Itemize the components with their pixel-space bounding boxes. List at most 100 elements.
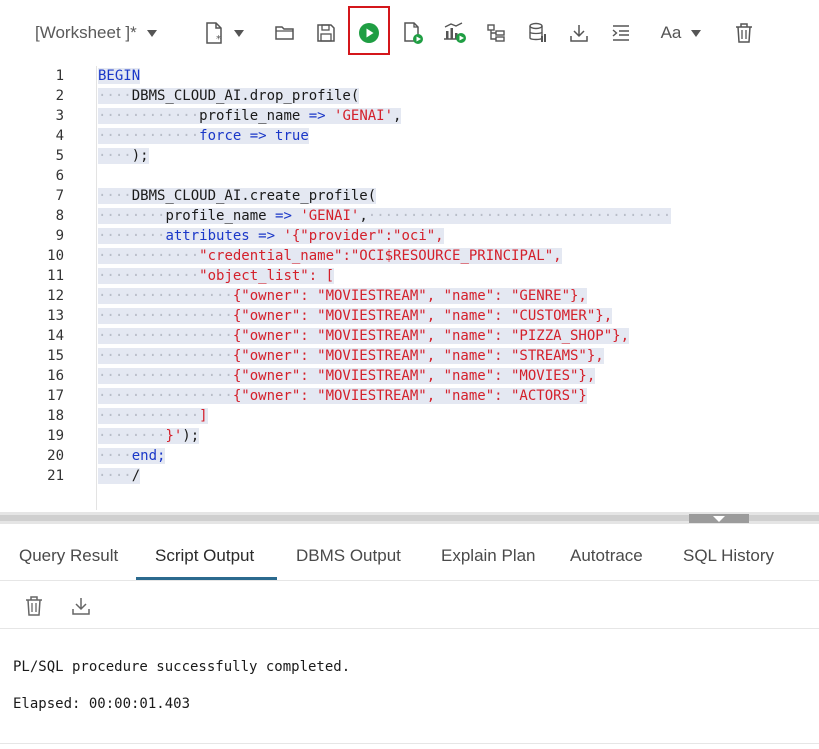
clear-output-button[interactable] — [21, 593, 47, 619]
bottom-divider — [0, 743, 819, 744]
output-tabs: Query Result Script Output DBMS Output E… — [0, 532, 819, 581]
trash-icon — [736, 23, 752, 43]
code-line[interactable]: 13 ················{"owner": "MOVIESTREAM… — [0, 306, 819, 326]
tab-query-result[interactable]: Query Result — [19, 546, 118, 566]
font-icon: Aa — [660, 23, 682, 42]
code-content: ····DBMS_CLOUD_AI.create_profile( — [98, 186, 377, 206]
line-number: 15 — [47, 348, 64, 364]
tab-script-output[interactable]: Script Output — [155, 546, 254, 566]
code-line[interactable]: 17 ················{"owner": "MOVIESTREAM… — [0, 386, 819, 406]
code-line[interactable]: 16 ················{"owner": "MOVIESTREAM… — [0, 366, 819, 386]
code-line[interactable]: 9 ········attributes => '{"provider":"oci… — [0, 226, 819, 246]
code-content: ············profile_name => 'GENAI', — [98, 106, 402, 126]
output-message: PL/SQL procedure successfully completed. — [13, 659, 351, 675]
indent-guide: ···· — [98, 188, 132, 204]
explain-plan-button[interactable] — [439, 18, 471, 48]
code-token: }' — [165, 428, 183, 444]
clear-button[interactable] — [728, 18, 760, 48]
line-number: 18 — [47, 408, 64, 424]
selection-highlight: ····DBMS_CLOUD_AI.drop_profile( — [98, 88, 360, 104]
code-token: / — [131, 468, 141, 484]
code-token: 'GENAI' — [334, 108, 394, 124]
code-line[interactable]: 5 ····); — [0, 146, 819, 166]
code-line[interactable]: 21 ····/ — [0, 466, 819, 486]
code-token: {"owner": "MOVIESTREAM", "name": "MOVIES… — [232, 368, 596, 384]
code-line[interactable]: 6 — [0, 166, 819, 186]
code-content: ················{"owner": "MOVIESTREAM",… — [98, 366, 596, 386]
code-token: profile_name — [165, 208, 276, 224]
code-line[interactable]: 15 ················{"owner": "MOVIESTREAM… — [0, 346, 819, 366]
elapsed-time: Elapsed: 00:00:01.403 — [13, 696, 191, 712]
code-line[interactable]: 20 ····end; — [0, 446, 819, 466]
code-token: ] — [199, 408, 208, 424]
code-token: ); — [131, 148, 149, 164]
tab-sql-history[interactable]: SQL History — [683, 546, 774, 566]
code-line[interactable]: 11 ············"object_list": [ — [0, 266, 819, 286]
code-token: => — [275, 208, 292, 224]
indent-guide: ················ — [98, 388, 233, 404]
sql-history-button[interactable] — [522, 18, 554, 48]
splitter-handle[interactable] — [689, 514, 749, 523]
code-content: ················{"owner": "MOVIESTREAM",… — [98, 286, 587, 306]
code-line[interactable]: 12 ················{"owner": "MOVIESTREAM… — [0, 286, 819, 306]
code-token: "credential_name":"OCI$RESOURCE_PRINCIPA… — [199, 248, 562, 264]
code-content: ················{"owner": "MOVIESTREAM",… — [98, 346, 604, 366]
code-token: => — [258, 228, 276, 244]
autotrace-button[interactable] — [480, 18, 512, 48]
indent-guide: ···· — [98, 148, 132, 164]
tab-explain-plan[interactable]: Explain Plan — [441, 546, 536, 566]
indent-guide: ················ — [98, 368, 233, 384]
code-content: ········profile_name => 'GENAI',········… — [98, 206, 672, 226]
new-worksheet-button[interactable]: * — [200, 18, 248, 48]
selection-highlight: ················{"owner": "MOVIESTREAM",… — [98, 348, 604, 364]
code-line[interactable]: 10 ············"credential_name":"OCI$RES… — [0, 246, 819, 266]
code-line[interactable]: 1 BEGIN — [0, 66, 819, 86]
file-play-icon — [404, 22, 423, 44]
save-button[interactable] — [310, 18, 342, 48]
code-content: ····end; — [98, 446, 166, 466]
code-line[interactable]: 18 ············] — [0, 406, 819, 426]
download-icon — [570, 25, 588, 42]
line-number: 1 — [55, 68, 64, 84]
code-line[interactable]: 7 ····DBMS_CLOUD_AI.create_profile( — [0, 186, 819, 206]
code-line[interactable]: 8 ········profile_name => 'GENAI',·······… — [0, 206, 819, 226]
code-line[interactable]: 19 ········}'); — [0, 426, 819, 446]
selection-highlight: ············"object_list": [ — [98, 268, 335, 284]
format-button[interactable] — [605, 18, 637, 48]
code-content: ········attributes => '{"provider":"oci"… — [98, 226, 444, 246]
selection-highlight: ············profile_name => 'GENAI', — [98, 108, 402, 124]
tree-icon — [487, 24, 505, 42]
tab-autotrace[interactable]: Autotrace — [570, 546, 643, 566]
worksheet-toolbar: [Worksheet ]* * Aa — [0, 0, 819, 66]
download-button[interactable] — [563, 18, 595, 48]
indent-guide: ················ — [98, 288, 233, 304]
indent-guide: ················ — [98, 348, 233, 364]
selection-highlight: ················{"owner": "MOVIESTREAM",… — [98, 288, 587, 304]
code-content: ····/ — [98, 466, 141, 486]
indent-guide: ···· — [98, 468, 132, 484]
worksheet-selector[interactable]: [Worksheet ]* — [35, 22, 157, 44]
code-line[interactable]: 14 ················{"owner": "MOVIESTREAM… — [0, 326, 819, 346]
code-content: ············] — [98, 406, 208, 426]
run-statement-button[interactable] — [353, 18, 385, 48]
selection-highlight: ············"credential_name":"OCI$RESOU… — [98, 248, 562, 264]
font-button[interactable]: Aa — [656, 18, 706, 48]
code-line[interactable]: 2 ····DBMS_CLOUD_AI.drop_profile( — [0, 86, 819, 106]
tab-dbms-output[interactable]: DBMS Output — [296, 546, 401, 566]
worksheet-label: [Worksheet ]* — [35, 23, 137, 42]
code-token: DBMS_CLOUD_AI.drop_profile( — [131, 88, 360, 104]
selection-highlight: ····); — [98, 148, 149, 164]
line-number: 12 — [47, 288, 64, 304]
line-number: 3 — [55, 108, 64, 124]
open-button[interactable] — [269, 18, 301, 48]
download-output-button[interactable] — [68, 593, 94, 619]
indent-guide: ···· — [98, 448, 132, 464]
code-line[interactable]: 4 ············force => true — [0, 126, 819, 146]
code-editor[interactable]: 1 BEGIN 2 ····DBMS_CLOUD_AI.drop_profile(3 ·… — [0, 66, 819, 510]
selection-highlight: ················{"owner": "MOVIESTREAM",… — [98, 388, 587, 404]
save-icon — [317, 24, 335, 42]
line-number: 2 — [55, 88, 64, 104]
line-number: 8 — [55, 208, 64, 224]
run-script-button[interactable] — [397, 18, 429, 48]
code-line[interactable]: 3 ············profile_name => 'GENAI', — [0, 106, 819, 126]
